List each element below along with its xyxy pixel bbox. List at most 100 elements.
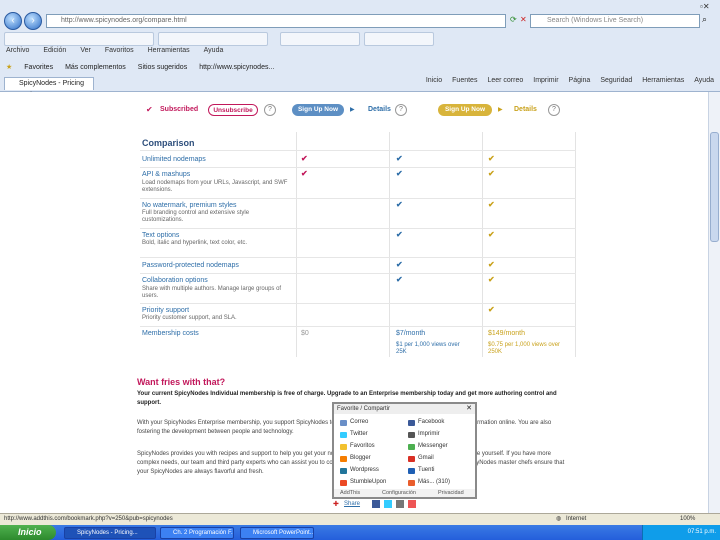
facebook-icon[interactable]: [372, 500, 380, 508]
vertical-scrollbar[interactable]: [708, 92, 720, 513]
settings-link[interactable]: Configuración: [382, 489, 416, 497]
privacy-link[interactable]: Privacidad: [438, 489, 464, 497]
search-input[interactable]: Search (Windows Live Search): [530, 14, 700, 28]
globe-icon: ◍: [556, 516, 562, 522]
cmd-safety[interactable]: Seguridad: [600, 77, 632, 84]
comparison-title: Comparison: [142, 138, 195, 148]
addthis-link[interactable]: AddThis: [340, 489, 360, 497]
help-icon[interactable]: ?: [264, 104, 276, 116]
favorites-bar: ★ Favorites Más complementos Sitios suge…: [0, 60, 720, 74]
stop-icon[interactable]: ✕: [520, 15, 527, 24]
column-divider: [482, 132, 483, 357]
check-icon: ✔: [146, 105, 153, 114]
share-stumbleupon[interactable]: StumbleUpon: [340, 479, 386, 486]
share-facebook[interactable]: Facebook: [408, 419, 444, 426]
divider: [140, 303, 576, 304]
feature-label[interactable]: API & mashups: [142, 171, 190, 178]
help-icon[interactable]: ?: [548, 104, 560, 116]
cmd-home[interactable]: Inicio: [426, 77, 442, 84]
cmd-page[interactable]: Página: [569, 77, 591, 84]
feature-label[interactable]: Text options: [142, 232, 179, 239]
column-divider: [575, 132, 576, 357]
feature-label[interactable]: Password-protected nodemaps: [142, 262, 239, 269]
fav-link[interactable]: Sitios sugeridos: [138, 64, 187, 71]
tab-current[interactable]: SpicyNodes - Pricing Options: [4, 77, 94, 99]
details-link-pro[interactable]: Details: [368, 106, 391, 113]
share-icon[interactable]: ✚: [333, 500, 339, 508]
check-icon: ✔: [396, 154, 403, 163]
email-icon[interactable]: [396, 500, 404, 508]
toolbar-field[interactable]: [4, 32, 154, 46]
window-controls[interactable]: ▫✕: [700, 2, 710, 11]
toolbar-buttons[interactable]: [364, 32, 434, 46]
taskbar-item[interactable]: Ch. 2 Programación F...: [160, 527, 234, 539]
scroll-thumb[interactable]: [710, 132, 719, 242]
taskbar-item[interactable]: SpicyNodes - Pricing...: [64, 527, 156, 539]
toolbar-search[interactable]: [280, 32, 360, 46]
forward-icon[interactable]: ›: [24, 12, 42, 30]
refresh-icon[interactable]: ⟳: [510, 15, 517, 24]
signup-button-enterprise[interactable]: Sign Up Now: [438, 104, 492, 116]
fav-link[interactable]: http://www.spicynodes...: [199, 64, 274, 71]
share-messenger[interactable]: Messenger: [408, 443, 448, 450]
cmd-tools[interactable]: Herramientas: [642, 77, 684, 84]
feature-label[interactable]: Unlimited nodemaps: [142, 156, 206, 163]
feature-label[interactable]: Priority support: [142, 307, 189, 314]
more-icon[interactable]: [408, 500, 416, 508]
search-icon[interactable]: ⌕: [702, 14, 707, 25]
menu-item[interactable]: Ver: [80, 47, 91, 54]
favorites-button[interactable]: Favorites: [24, 64, 53, 71]
share-wordpress[interactable]: Wordpress: [340, 467, 379, 474]
menu-item[interactable]: Favoritos: [105, 47, 134, 54]
cmd-feeds[interactable]: Fuentes: [452, 77, 477, 84]
share-tuenti[interactable]: Tuenti: [408, 467, 434, 474]
details-link-enterprise[interactable]: Details: [514, 106, 537, 113]
cost-enterprise-note: $0.75 per 1,000 views over 250K: [488, 342, 561, 355]
fav-link[interactable]: Más complementos: [65, 64, 126, 71]
share-gmail[interactable]: Gmail: [408, 455, 434, 462]
clock: 07:51 p.m.: [687, 529, 716, 535]
cmd-print[interactable]: Imprimir: [533, 77, 558, 84]
details-icon: ▶: [498, 107, 503, 113]
zoom-level[interactable]: 100%: [680, 514, 695, 525]
share-email[interactable]: Correo: [340, 419, 368, 426]
back-icon[interactable]: ‹: [4, 12, 22, 30]
subscribed-label: Subscribed: [160, 106, 199, 113]
cmd-help[interactable]: Ayuda: [694, 77, 714, 84]
share-blogger[interactable]: Blogger: [340, 455, 371, 462]
menu-bar: Archivo Edición Ver Favoritos Herramient…: [6, 47, 223, 54]
unsubscribe-button[interactable]: Unsubscribe: [208, 104, 258, 116]
menu-item[interactable]: Herramientas: [148, 47, 190, 54]
menu-item[interactable]: Edición: [43, 47, 66, 54]
share-link[interactable]: Share: [344, 501, 360, 507]
share-twitter[interactable]: Twitter: [340, 431, 368, 438]
feature-label[interactable]: Collaboration options: [142, 277, 208, 284]
feature-desc: Share with multiple authors. Manage larg…: [142, 286, 282, 299]
twitter-icon[interactable]: [384, 500, 392, 508]
check-icon: ✔: [301, 169, 308, 178]
close-icon[interactable]: ✕: [466, 404, 472, 412]
cmd-mail[interactable]: Leer correo: [487, 77, 523, 84]
feature-desc: Full branding control and extensive styl…: [142, 210, 250, 223]
check-icon: ✔: [396, 275, 403, 284]
share-favorites[interactable]: Favoritos: [340, 443, 375, 450]
toolbar-icons[interactable]: [158, 32, 268, 46]
address-bar[interactable]: http://www.spicynodes.org/compare.html: [46, 14, 506, 28]
divider: [140, 167, 576, 168]
menu-item[interactable]: Ayuda: [204, 47, 224, 54]
check-icon: ✔: [396, 169, 403, 178]
share-more[interactable]: Más... (310): [408, 479, 450, 486]
feature-label[interactable]: Membership costs: [142, 330, 199, 337]
popup-footer: AddThis Configuración Privacidad: [334, 489, 475, 497]
taskbar-item[interactable]: Microsoft PowerPoint...: [240, 527, 314, 539]
start-button[interactable]: Inicio: [0, 525, 56, 540]
signup-button-pro[interactable]: Sign Up Now: [292, 104, 344, 116]
check-icon: ✔: [488, 154, 495, 163]
check-icon: ✔: [301, 154, 308, 163]
feature-desc: Load nodemaps from your URLs, Javascript…: [142, 180, 288, 193]
promo-title: Want fries with that?: [137, 377, 226, 387]
menu-item[interactable]: Archivo: [6, 47, 29, 54]
help-icon[interactable]: ?: [395, 104, 407, 116]
share-print[interactable]: Imprimir: [408, 431, 440, 438]
feature-label[interactable]: No watermark, premium styles: [142, 202, 237, 209]
